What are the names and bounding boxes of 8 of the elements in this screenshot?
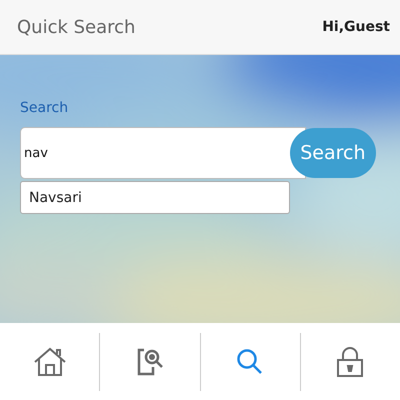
document-search-icon	[136, 346, 164, 376]
home-icon	[32, 346, 67, 376]
page-title: Quick Search	[17, 16, 136, 38]
lock-icon	[335, 346, 366, 378]
greeting-text: Hi,Guest	[322, 19, 390, 35]
search-icon	[236, 348, 264, 376]
suggestion-item[interactable]: Navsari	[20, 181, 290, 214]
search-label: Search	[20, 100, 68, 116]
